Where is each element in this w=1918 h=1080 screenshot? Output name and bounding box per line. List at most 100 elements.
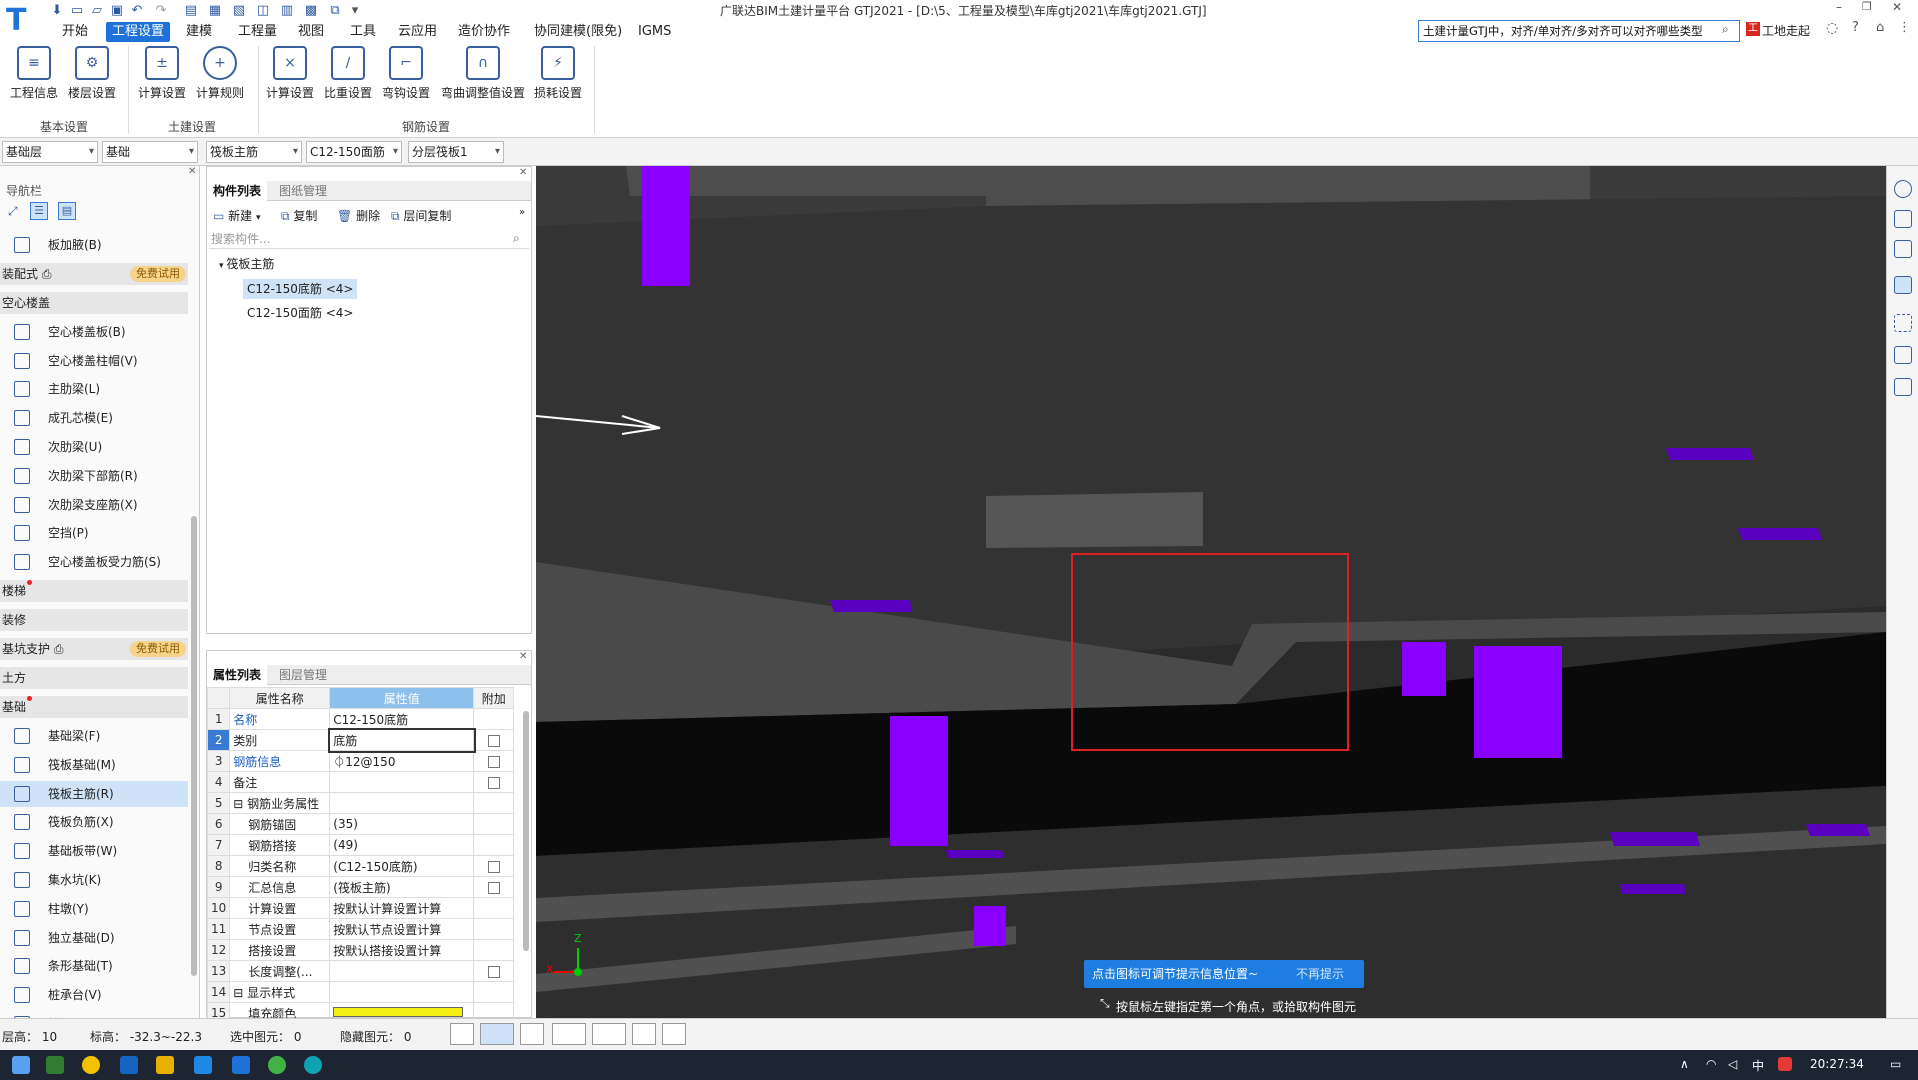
tab-drawing-manage[interactable]: 图纸管理 [273, 181, 333, 201]
edge-icon[interactable] [304, 1056, 322, 1074]
extra-checkbox[interactable] [487, 965, 500, 978]
file-explorer-icon[interactable] [156, 1056, 174, 1074]
table-row[interactable]: 3 钢筋信息 ⏀12@150 [206, 750, 515, 772]
notification-icon[interactable]: ▭ [1890, 1057, 1901, 1071]
free-trial-badge[interactable]: 免费试用 [130, 641, 186, 657]
sogou-icon[interactable] [1778, 1057, 1792, 1071]
snap-icon[interactable] [592, 1023, 626, 1045]
nav-close-icon[interactable]: ✕ [188, 166, 196, 177]
minimize-icon[interactable]: – [1836, 0, 1842, 14]
extra-checkbox[interactable] [487, 734, 500, 747]
property-value[interactable] [329, 960, 475, 982]
property-value[interactable]: 按默认搭接设置计算 [329, 939, 475, 961]
new-file-icon[interactable]: ▭ [68, 2, 86, 20]
nav-item[interactable]: 基础板带(W) [0, 838, 188, 864]
property-value[interactable]: (筏板主筋) [329, 876, 475, 898]
calc-settings-civil-button[interactable]: ± 计算设置 [134, 46, 190, 101]
restore-icon[interactable]: ❐ [1862, 0, 1872, 13]
menu-collab-modeling[interactable]: 协同建模(限免) [528, 22, 628, 42]
properties-icon[interactable] [1894, 378, 1912, 396]
calc-rules-button[interactable]: + 计算规则 [194, 46, 246, 101]
customize-qa-icon[interactable]: ▾ [346, 2, 364, 20]
nav-item[interactable]: 空心楼盖柱帽(V) [0, 348, 188, 374]
nav-item[interactable]: 空挡(P) [0, 520, 188, 546]
nav-item[interactable]: 集水坑(K) [0, 867, 188, 893]
nav-scrollbar[interactable] [191, 516, 197, 976]
nav-item[interactable]: 基础梁(F) [0, 723, 188, 749]
model-scene[interactable] [536, 166, 1886, 1018]
save-file-icon[interactable]: ▣ [108, 2, 126, 20]
nav-section-header[interactable]: 装修 [0, 609, 188, 631]
save-icon[interactable]: ⬇ [48, 2, 66, 20]
menu-start[interactable]: 开始 [56, 22, 94, 42]
table-row[interactable]: 4 备注 [206, 771, 515, 793]
view-3d-icon[interactable] [1894, 240, 1912, 258]
nav-item[interactable]: 空心楼盖板受力筋(S) [0, 549, 188, 575]
table-row[interactable]: 7 钢筋搭接 (49) [206, 834, 515, 856]
select-mode-icon[interactable] [480, 1023, 514, 1045]
tip-banner[interactable]: 点击图标可调节提示信息位置~ 不再提示 [1084, 960, 1364, 988]
display-settings-icon[interactable] [1894, 346, 1912, 364]
free-trial-badge[interactable]: 免费试用 [130, 265, 186, 282]
dismiss-tip-button[interactable]: 不再提示 [1296, 960, 1344, 988]
table-row[interactable]: 12 搭接设置 按默认搭接设置计算 [206, 939, 515, 961]
message-icon[interactable]: ◌ [1826, 20, 1838, 36]
nav-item[interactable]: 主肋梁(L) [0, 376, 188, 402]
bend-adjust-button[interactable]: ∩ 弯曲调整值设置 [438, 46, 528, 101]
layer-icon[interactable]: ◫ [254, 2, 272, 20]
3d-viewport[interactable]: X Z [536, 166, 1886, 1018]
property-value[interactable]: (35) [329, 813, 475, 835]
cube-icon[interactable] [1894, 276, 1912, 294]
property-value[interactable]: ⏀12@150 [329, 750, 475, 772]
copy-icon[interactable]: ⧉ [326, 2, 344, 20]
list-item[interactable]: C12-150面筋 <4> [243, 303, 357, 323]
wechat-icon[interactable] [268, 1056, 286, 1074]
nav-item[interactable]: 板加腋(B) [0, 232, 188, 258]
floor-dropdown[interactable]: 基础层 [2, 141, 98, 163]
props-scrollbar[interactable] [523, 711, 529, 951]
type-dropdown[interactable]: 筏板主筋 [206, 141, 302, 163]
hook-settings-button[interactable]: ⌐ 弯钩设置 [380, 46, 432, 101]
table-row[interactable]: 2 类别 底筋 [206, 727, 515, 753]
volume-icon[interactable]: ◁ [1728, 1057, 1737, 1071]
tray-chevron-icon[interactable]: ∧ [1680, 1057, 1689, 1071]
report-icon[interactable]: ▧ [230, 2, 248, 20]
windows-start-icon[interactable] [12, 1056, 30, 1074]
wifi-icon[interactable]: ◠ [1706, 1057, 1716, 1071]
table-row[interactable]: 6 钢筋锚固 (35) [206, 813, 515, 835]
table-row[interactable]: 14 ⊟ 显示样式 [206, 981, 515, 1003]
menu-igms[interactable]: IGMS [632, 22, 677, 42]
nav-tree-icon[interactable]: ▤ [58, 202, 76, 220]
comp-close-icon[interactable]: ✕ [519, 167, 527, 178]
cross-select-icon[interactable] [520, 1023, 544, 1045]
layer-dropdown[interactable]: 分层筏板1 [408, 141, 504, 163]
weight-settings-button[interactable]: ∕ 比重设置 [322, 46, 374, 101]
nav-item[interactable]: 柱墩(Y) [0, 896, 188, 922]
nav-item[interactable]: 独立基础(D) [0, 925, 188, 951]
property-value[interactable]: C12-150底筋 [329, 708, 475, 730]
list-item[interactable]: C12-150底筋 <4> [243, 279, 358, 299]
undo-icon[interactable]: ↶ [128, 2, 146, 20]
extra-checkbox[interactable] [487, 755, 500, 768]
nav-item[interactable]: 空心楼盖板(B) [0, 319, 188, 345]
site-link[interactable]: 工地走起 [1762, 22, 1810, 39]
tree-group[interactable]: ▾ 筏板主筋 [219, 255, 274, 272]
tab-layer-manage[interactable]: 图层管理 [273, 665, 333, 685]
gtj-app-icon[interactable] [232, 1056, 250, 1074]
home-icon[interactable]: ⌂ [1876, 20, 1884, 35]
element-dropdown[interactable]: C12-150面筋 [306, 141, 402, 163]
menu-project-settings[interactable]: 工程设置 [106, 22, 171, 42]
nav-section-header[interactable]: 基坑支护 ⎙ 免费试用 [0, 638, 188, 660]
menu-cloud[interactable]: 云应用 [392, 22, 443, 42]
property-value[interactable]: 按默认计算设置计算 [329, 897, 475, 919]
property-value[interactable]: (49) [329, 834, 475, 856]
new-button[interactable]: ▭ 新建 ▾ [213, 207, 261, 224]
taskbar-app-icon[interactable] [46, 1056, 64, 1074]
nav-section-header[interactable]: 空心楼盖 [0, 291, 188, 314]
nav-item[interactable]: 筏板主筋(R) [0, 780, 188, 807]
more-icon[interactable]: ⋮ [1898, 20, 1911, 35]
app-logo[interactable]: T [6, 4, 34, 38]
table-row[interactable]: 1 名称 C12-150底筋 [206, 708, 515, 730]
help-search-input[interactable]: 土建计量GTJ中，对齐/单对齐/多对齐可以对齐哪些类型 [1418, 20, 1740, 42]
nav-list-icon[interactable]: ☰ [30, 202, 48, 220]
